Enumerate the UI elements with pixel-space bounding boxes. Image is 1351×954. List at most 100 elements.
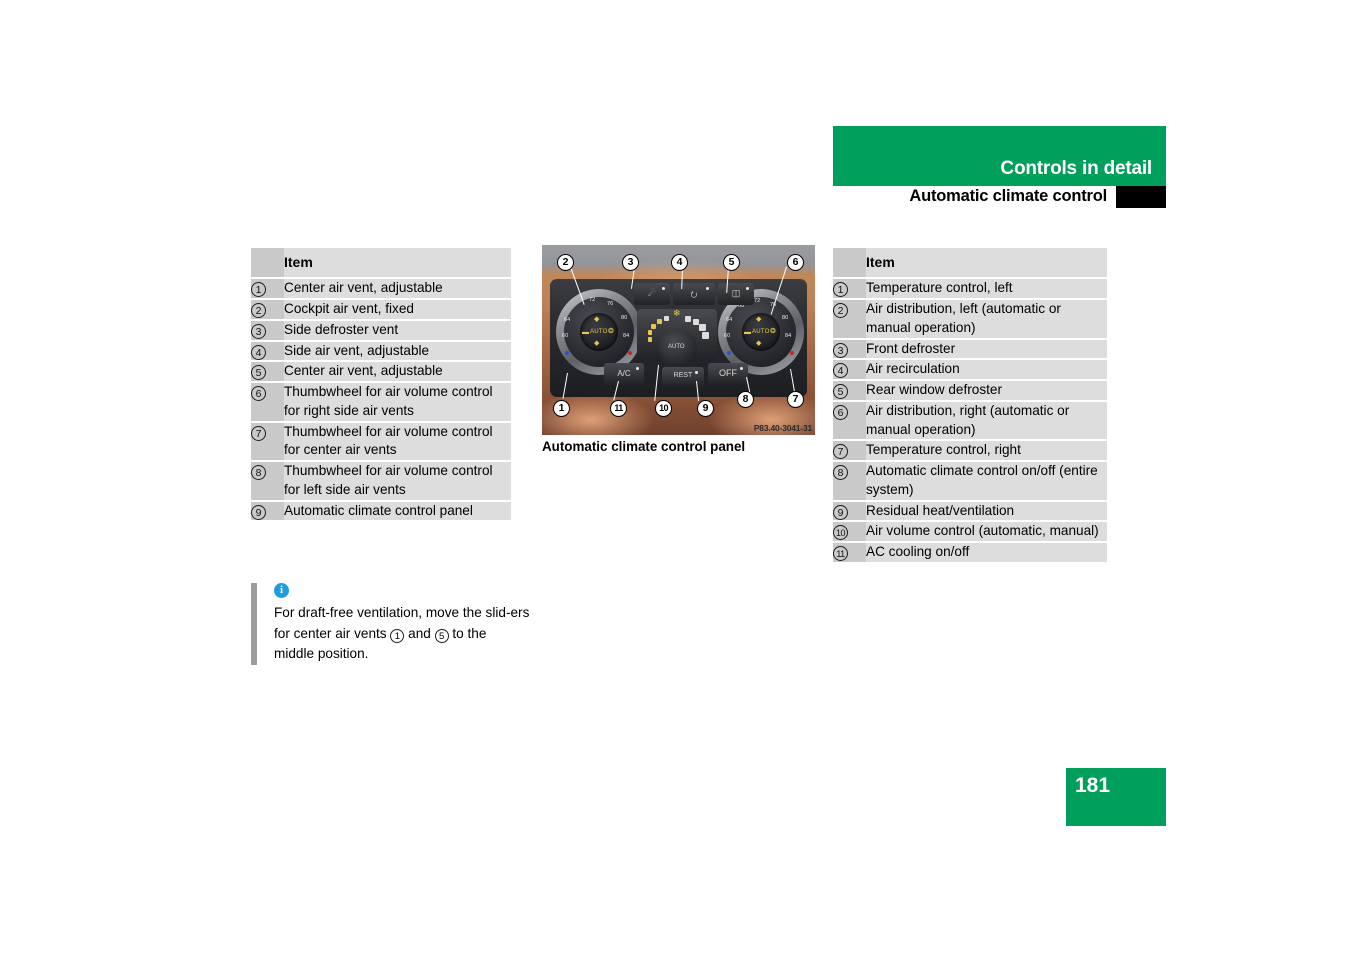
table-header-num-cell xyxy=(833,248,866,280)
rear-window-defroster-button[interactable]: ◫ xyxy=(718,283,754,305)
row-text: Air volume control (automatic, manual) xyxy=(866,522,1107,544)
circled-number: 1 xyxy=(833,282,848,298)
left-dial-fan-icon: ❂ xyxy=(608,328,614,335)
circled-number: 11 xyxy=(833,546,848,562)
table-row: 5 Rear window defroster xyxy=(833,381,1107,402)
page-number: 181 xyxy=(1075,774,1111,797)
row-number: 1 xyxy=(251,279,284,301)
row-text: Air distribution, right (automatic or ma… xyxy=(866,401,1107,442)
circled-number: 10 xyxy=(833,525,848,541)
front-defroster-button[interactable]: ☄ xyxy=(634,283,670,305)
circled-number: 7 xyxy=(833,444,848,460)
circled-number: 5 xyxy=(251,365,266,381)
note-ref-5: 5 xyxy=(434,628,449,643)
table-header-row: Item xyxy=(251,248,511,280)
row-number: 9 xyxy=(251,501,284,523)
row-number: 7 xyxy=(833,441,866,463)
rest-button-led xyxy=(695,371,698,374)
table-header-item-label: Item xyxy=(284,248,511,280)
figure-caption: Automatic climate control panel xyxy=(542,439,746,454)
callout-4: 4 xyxy=(671,254,688,271)
left-dial-label-80: 80 xyxy=(621,315,628,321)
right-dial-blue-marker xyxy=(727,351,731,355)
right-dial-lower-vent-icon: ◆ xyxy=(756,340,762,347)
table-row: 6 Thumbwheel for air volume control for … xyxy=(251,383,511,423)
table-row: 3 Front defroster xyxy=(833,339,1107,361)
air-recirculation-icon: ⭮ xyxy=(690,290,698,299)
row-text: Thumbwheel for air volume control for ri… xyxy=(284,383,511,423)
row-text: Temperature control, left xyxy=(866,279,1107,301)
table-row: 10 Air volume control (automatic, manual… xyxy=(833,522,1107,544)
left-dial-label-84: 84 xyxy=(623,333,630,339)
ac-button-label: A/C xyxy=(617,369,631,378)
row-text: Air distribution, left (automatic or man… xyxy=(866,300,1107,340)
callout-1: 1 xyxy=(553,400,570,417)
circled-number: 3 xyxy=(833,342,848,358)
rear-defroster-led xyxy=(746,287,749,290)
table-row: 1 Temperature control, left xyxy=(833,279,1107,301)
table-row: 7 Thumbwheel for air volume control for … xyxy=(251,422,511,463)
climate-control-figure: 60 64 72 76 80 84 AUTO ◆ ◆ ▬ ❂ 60 64 68 … xyxy=(542,245,815,454)
left-dial-upper-vent-icon: ◆ xyxy=(594,316,600,323)
page-header-subtitle-row: Automatic climate control xyxy=(833,186,1166,212)
row-number: 11 xyxy=(833,543,866,564)
ac-button-led xyxy=(636,367,639,370)
fan-scale-bar-9 xyxy=(702,332,709,339)
row-number: 4 xyxy=(251,341,284,363)
circled-number: 5 xyxy=(833,384,848,400)
callout-2: 2 xyxy=(557,254,574,271)
row-text: Center air vent, adjustable xyxy=(284,279,511,301)
circled-number: 9 xyxy=(833,504,848,520)
row-text: Temperature control, right xyxy=(866,441,1107,463)
circled-number: 8 xyxy=(833,465,848,481)
callout-7: 7 xyxy=(787,391,804,408)
circled-number: 4 xyxy=(833,363,848,379)
table-row: 9 Residual heat/ventilation xyxy=(833,501,1107,523)
left-item-table: Item 1 Center air vent, adjustable 2 Coc… xyxy=(251,248,511,523)
page-header-subtitle: Automatic climate control xyxy=(909,187,1107,205)
right-dial-label-72: 72 xyxy=(754,298,761,304)
right-dial-upper-vent-icon: ◆ xyxy=(756,316,762,323)
row-number: 10 xyxy=(833,522,866,544)
right-dial-label-80: 80 xyxy=(782,315,789,321)
right-dial-label-64: 64 xyxy=(726,317,733,323)
table-row: 8 Thumbwheel for air volume control for … xyxy=(251,462,511,502)
circled-number: 4 xyxy=(251,344,266,360)
table-row: 5 Center air vent, adjustable xyxy=(251,362,511,384)
right-item-table: Item 1 Temperature control, left 2 Air d… xyxy=(833,248,1107,564)
row-text: Air recirculation xyxy=(866,360,1107,382)
row-text: Side air vent, adjustable xyxy=(284,341,511,363)
info-icon: i xyxy=(274,583,289,598)
circled-number: 2 xyxy=(833,303,848,319)
fan-scale-bar-1 xyxy=(648,337,652,342)
off-button-led xyxy=(740,367,743,370)
note-side-bar xyxy=(251,583,257,665)
note-text: For draft-free ventilation, move the sli… xyxy=(274,603,530,665)
table-row: 7 Temperature control, right xyxy=(833,441,1107,463)
rear-defroster-icon: ◫ xyxy=(731,288,741,298)
row-number: 3 xyxy=(833,339,866,361)
front-defroster-icon: ☄ xyxy=(647,288,657,298)
left-dial-label-72: 72 xyxy=(589,297,596,303)
circled-number: 9 xyxy=(251,504,266,520)
row-number: 1 xyxy=(833,279,866,301)
table-row: 4 Side air vent, adjustable xyxy=(251,341,511,363)
figure-image-code: P83.40-3041-31 xyxy=(753,423,812,433)
table-row: 3 Side defroster vent xyxy=(251,320,511,342)
circled-number: 1 xyxy=(251,282,266,298)
row-text: Side defroster vent xyxy=(284,320,511,342)
table-row: 2 Cockpit air vent, fixed xyxy=(251,300,511,321)
row-number: 5 xyxy=(251,362,284,384)
fan-scale-bar-5 xyxy=(664,316,669,321)
row-text: Cockpit air vent, fixed xyxy=(284,300,511,321)
row-text: Thumbwheel for air volume control for le… xyxy=(284,462,511,502)
climate-off-button[interactable]: OFF xyxy=(708,363,748,385)
note-body: i For draft-free ventilation, move the s… xyxy=(274,583,531,665)
callout-9: 9 xyxy=(697,400,714,417)
callout-5: 5 xyxy=(723,254,740,271)
row-number: 5 xyxy=(833,381,866,402)
section-thumb-tab xyxy=(1116,186,1166,208)
right-dial-auto-text: AUTO xyxy=(752,329,770,335)
air-recirculation-button[interactable]: ⭮ xyxy=(673,283,715,305)
ac-cooling-button[interactable]: A/C xyxy=(604,363,644,385)
